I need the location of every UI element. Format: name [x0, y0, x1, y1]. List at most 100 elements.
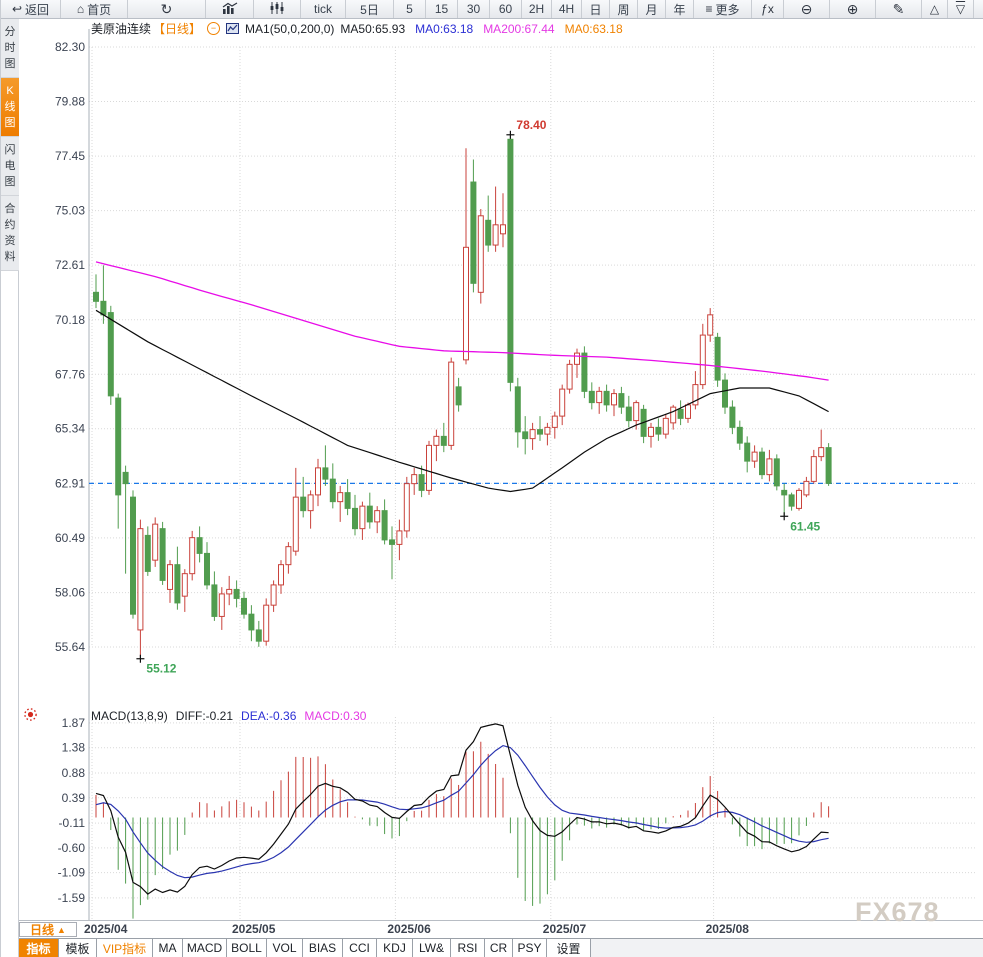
price-axis-label: 65.34: [55, 422, 85, 436]
price-axis-label: 55.64: [55, 640, 85, 654]
tick-button-label: tick: [314, 2, 332, 16]
price-axis-label: 58.06: [55, 586, 85, 600]
chart-type-sidebar: 分时图K线图闪电图合约资料: [1, 19, 19, 957]
tab-rsi[interactable]: RSI: [451, 939, 485, 957]
tab-cci[interactable]: CCI: [343, 939, 377, 957]
period-year-button-label: 年: [673, 2, 686, 17]
refresh-icon: ↻: [160, 1, 173, 17]
sidebar-item-time-chart[interactable]: 分时图: [1, 19, 19, 78]
price-axis-label: 67.76: [55, 367, 85, 381]
bar-chart-button[interactable]: [206, 0, 254, 18]
tab-lw[interactable]: LW&: [413, 939, 451, 957]
macd-macd-value: MACD:0.30: [304, 709, 367, 723]
macd-axis-label: -0.11: [59, 816, 86, 830]
zoom-in-icon: ⊕: [846, 1, 859, 17]
draw-button[interactable]: ✎: [876, 0, 922, 18]
tab-macd[interactable]: MACD: [183, 939, 227, 957]
indicator-fx-button[interactable]: ƒx: [752, 0, 784, 18]
period-15-button[interactable]: 15: [426, 0, 458, 18]
back-button-label: 返回: [25, 2, 50, 17]
period-day-button-label: 日: [589, 2, 602, 17]
sidebar-item-contract-info[interactable]: 合约资料: [1, 196, 19, 271]
ma-value-3: MA0:63.18: [564, 21, 623, 36]
price-axis-label: 82.30: [55, 40, 85, 54]
period-30-button[interactable]: 30: [458, 0, 490, 18]
period-day-button[interactable]: 日: [582, 0, 610, 18]
fx-icon: ƒx: [761, 2, 774, 16]
macd-params-label: MACD(13,8,9): [91, 709, 168, 723]
collapse-indicator-icon[interactable]: −: [207, 22, 221, 35]
refresh-button[interactable]: ↻: [128, 0, 206, 18]
macd-axis-label: -1.59: [58, 891, 86, 905]
tab-bias[interactable]: BIAS: [303, 939, 343, 957]
sidebar-item-lightning-chart[interactable]: 闪电图: [1, 137, 19, 196]
period-week-button[interactable]: 周: [610, 0, 638, 18]
period-week-button-label: 周: [617, 2, 630, 17]
home-icon: ⌂: [76, 2, 85, 16]
price-axis-label: 77.45: [55, 149, 85, 163]
home-button-label: 首页: [87, 2, 112, 17]
macd-diff-value: DIFF:-0.21: [175, 709, 234, 723]
tab-kdj[interactable]: KDJ: [377, 939, 413, 957]
back-button[interactable]: ↩ 返回: [1, 0, 61, 18]
price-axis-label: 70.18: [55, 313, 85, 327]
period-60-button-label: 60: [498, 2, 513, 16]
trading-app-window: ↩ 返回 ⌂ 首页 ↻ tick 5日 5 15 30 60 2H 4H 日周月年 ≡ 更多 ƒx ⊖ ⊕ ✎ △ ▽ 分…: [0, 0, 983, 957]
tab-template[interactable]: 模板: [59, 939, 97, 957]
more-button-label: 更多: [715, 2, 740, 17]
month-label: 2025/05: [232, 922, 276, 936]
pencil-icon: ✎: [892, 1, 905, 17]
tab-vip-indicator[interactable]: VIP指标: [97, 939, 153, 957]
menu-icon: ≡: [705, 2, 713, 16]
macd-axis-label: -0.60: [58, 841, 86, 855]
sidebar-item-kline-chart[interactable]: K线图: [1, 78, 19, 137]
price-chart-canvas[interactable]: 82.30 79.88 77.45 75.03 72.61 70.18 67.76 65.34…: [19, 19, 983, 921]
low-price-annotation: 55.12: [146, 662, 176, 676]
tab-cr[interactable]: CR: [485, 939, 513, 957]
ma-value-0: MA50:65.93: [340, 21, 406, 36]
zoom-out-button[interactable]: ⊖: [784, 0, 830, 18]
period-month-button[interactable]: 月: [638, 0, 666, 18]
low-price-annotation: 61.45: [790, 519, 820, 533]
zoom-out-icon: ⊖: [800, 1, 813, 17]
candlestick-icon: [269, 2, 285, 16]
period-2h-button[interactable]: 2H: [522, 0, 552, 18]
tab-ma[interactable]: MA: [153, 939, 183, 957]
indicator-settings-icon[interactable]: [23, 707, 38, 727]
triangle-down-button[interactable]: ▽: [948, 0, 974, 18]
period-selector-button[interactable]: 日线 ▲: [19, 922, 77, 937]
period-5-button-label: 5: [406, 2, 413, 16]
period-5d-button-label: 5日: [360, 2, 379, 17]
month-label: 2025/06: [387, 922, 431, 936]
tab-indicator[interactable]: 指标: [19, 939, 59, 957]
tab-boll[interactable]: BOLL: [227, 939, 267, 957]
period-15-button-label: 15: [434, 2, 449, 16]
period-4h-button[interactable]: 4H: [552, 0, 582, 18]
triangle-up-button[interactable]: △: [922, 0, 948, 18]
top-toolbar: ↩ 返回 ⌂ 首页 ↻ tick 5日 5 15 30 60 2H 4H 日周月年 ≡ 更多 ƒx ⊖ ⊕ ✎ △ ▽: [1, 0, 983, 19]
price-axis-label: 79.88: [55, 94, 85, 108]
candlestick-button[interactable]: [254, 0, 301, 18]
tab-psy[interactable]: PSY: [513, 939, 547, 957]
triangle-up-icon: △: [929, 2, 940, 16]
macd-axis-label: 1.87: [62, 716, 86, 730]
period-5-button[interactable]: 5: [394, 0, 426, 18]
macd-dea-value: DEA:-0.36: [241, 709, 297, 723]
more-button[interactable]: ≡ 更多: [694, 0, 752, 18]
period-month-button-label: 月: [645, 2, 658, 17]
period-60-button[interactable]: 60: [490, 0, 522, 18]
triangle-up-icon: ▲: [57, 924, 66, 935]
tab-settings[interactable]: 设置: [547, 939, 591, 957]
period-5d-button[interactable]: 5日: [346, 0, 394, 18]
zoom-in-button[interactable]: ⊕: [830, 0, 876, 18]
period-year-button[interactable]: 年: [666, 0, 694, 18]
price-axis-label: 72.61: [55, 258, 85, 272]
tab-vol[interactable]: VOL: [267, 939, 303, 957]
price-axis-label: 62.91: [55, 476, 85, 490]
indicator-tab-bar: 指标 模板 VIP指标 MA MACD BOLL VOL BIAS CCI KDJ LW& RSI CR…: [19, 938, 983, 957]
home-button[interactable]: ⌂ 首页: [61, 0, 128, 18]
ma-value-2: MA200:67.44: [483, 21, 555, 36]
fx678-watermark: FX678: [855, 897, 940, 927]
macd-header: MACD(13,8,9) DIFF:-0.21 DEA:-0.36 MACD:0…: [91, 709, 366, 724]
tick-button[interactable]: tick: [301, 0, 346, 18]
